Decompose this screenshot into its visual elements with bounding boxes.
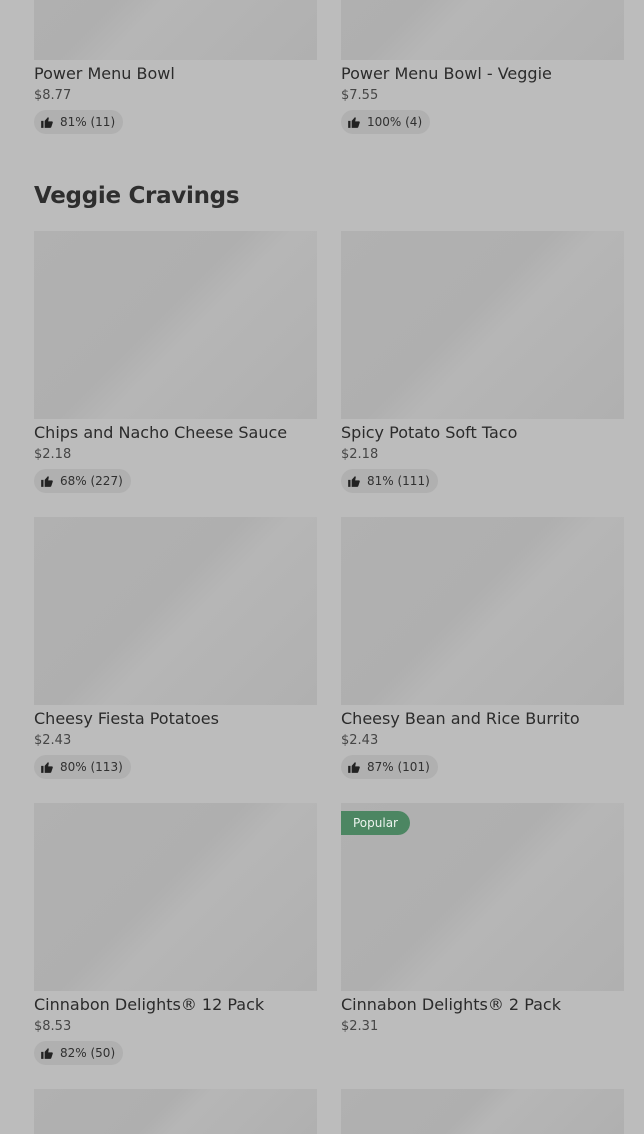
menu-item-price: $8.77 bbox=[34, 88, 72, 103]
menu-item-card[interactable]: Power Menu Bowl - Veggie $7.55 100% (4) bbox=[341, 0, 624, 134]
menu-item-name: Cinnabon Delights® 2 Pack bbox=[341, 995, 561, 1014]
rating-text: 100% (4) bbox=[367, 115, 423, 129]
rating-pill: 81% (111) bbox=[341, 469, 438, 493]
thumbs-up-icon bbox=[348, 762, 360, 773]
menu-item-price: $8.53 bbox=[34, 1019, 72, 1034]
menu-item-price: $7.55 bbox=[341, 88, 379, 103]
thumbs-up-icon bbox=[348, 117, 360, 128]
menu-item-image bbox=[34, 1089, 317, 1134]
menu-item-image bbox=[341, 517, 624, 705]
rating-text: 82% (50) bbox=[60, 1046, 116, 1060]
thumbs-up-icon bbox=[41, 762, 53, 773]
menu-item-price: $2.43 bbox=[341, 733, 379, 748]
menu-item-image bbox=[34, 517, 317, 705]
thumbs-up-icon bbox=[348, 476, 360, 487]
menu-item-name: Cheesy Bean and Rice Burrito bbox=[341, 709, 580, 728]
menu-item-image bbox=[341, 231, 624, 419]
menu-item-price: $2.18 bbox=[341, 447, 379, 462]
menu-item-name: Chips and Nacho Cheese Sauce bbox=[34, 423, 288, 442]
menu-item-card[interactable]: Cinnabon Delights® 12 Pack $8.53 82% (50… bbox=[34, 803, 317, 1065]
menu-item-image bbox=[34, 0, 317, 60]
menu-item-card[interactable]: Cheesy Fiesta Potatoes $2.43 80% (113) bbox=[34, 517, 317, 779]
menu-item-image: Popular bbox=[341, 803, 624, 991]
rating-text: 81% (11) bbox=[60, 115, 116, 129]
menu-item-card[interactable]: Spicy Potato Soft Taco $2.18 81% (111) bbox=[341, 231, 624, 493]
menu-item-image bbox=[34, 803, 317, 991]
thumbs-up-icon bbox=[41, 476, 53, 487]
menu-item-card[interactable]: Chips and Nacho Cheese Sauce $2.18 68% (… bbox=[34, 231, 317, 493]
menu-item-price: $2.18 bbox=[34, 447, 72, 462]
rating-pill: 87% (101) bbox=[341, 755, 438, 779]
rating-pill: 81% (11) bbox=[34, 110, 124, 134]
rating-pill: 100% (4) bbox=[341, 110, 431, 134]
menu-item-name: Spicy Potato Soft Taco bbox=[341, 423, 518, 442]
thumbs-up-icon bbox=[41, 117, 53, 128]
menu-item-card[interactable] bbox=[34, 1089, 317, 1134]
menu-item-image bbox=[341, 0, 624, 60]
rating-pill: 80% (113) bbox=[34, 755, 131, 779]
rating-text: 80% (113) bbox=[60, 760, 123, 774]
menu-item-name: Cheesy Fiesta Potatoes bbox=[34, 709, 219, 728]
menu-item-card[interactable]: Cheesy Bean and Rice Burrito $2.43 87% (… bbox=[341, 517, 624, 779]
popular-badge: Popular bbox=[341, 811, 410, 835]
thumbs-up-icon bbox=[41, 1048, 53, 1059]
menu-item-name: Power Menu Bowl - Veggie bbox=[341, 64, 552, 83]
menu-item-name: Cinnabon Delights® 12 Pack bbox=[34, 995, 265, 1014]
menu-item-image bbox=[341, 1089, 624, 1134]
menu-item-name: Power Menu Bowl bbox=[34, 64, 175, 83]
rating-text: 87% (101) bbox=[367, 760, 430, 774]
menu-item-card[interactable]: Popular Cinnabon Delights® 2 Pack $2.31 bbox=[341, 803, 624, 1034]
rating-pill: 68% (227) bbox=[34, 469, 131, 493]
rating-text: 81% (111) bbox=[367, 474, 430, 488]
menu-item-price: $2.43 bbox=[34, 733, 72, 748]
rating-pill: 82% (50) bbox=[34, 1041, 124, 1065]
rating-text: 68% (227) bbox=[60, 474, 123, 488]
menu-item-image bbox=[34, 231, 317, 419]
menu-item-price: $2.31 bbox=[341, 1019, 379, 1034]
section-title: Veggie Cravings bbox=[34, 183, 240, 209]
menu-item-card[interactable]: Power Menu Bowl $8.77 81% (11) bbox=[34, 0, 317, 134]
menu-item-card[interactable] bbox=[341, 1089, 624, 1134]
